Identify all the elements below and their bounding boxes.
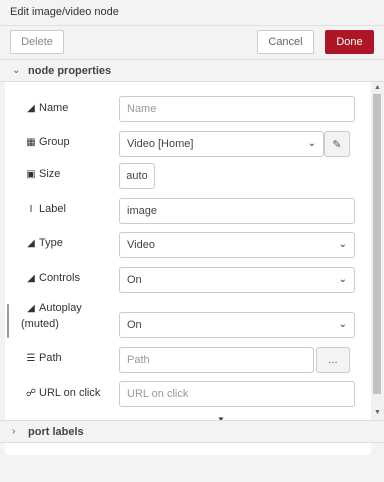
tag-icon: ◢ [27, 302, 35, 314]
tag-icon: ◢ [27, 272, 35, 284]
edit-group-button[interactable]: ✎ [324, 131, 350, 157]
button-bar: Delete Cancel Done [0, 26, 384, 59]
tag-icon: ◢ [27, 102, 35, 114]
delete-button[interactable]: Delete [10, 30, 64, 54]
properties-form: ◢ Name Name ▦ Group Video [Home] ⌄ ✎ ▣ S… [5, 82, 371, 420]
name-input[interactable]: Name [119, 96, 355, 122]
autoplay-label-line2: (muted) [21, 318, 59, 330]
text-cursor-icon: I [29, 203, 33, 215]
chevron-down-icon: ⌄ [338, 274, 347, 285]
dialog-title-text: Edit image/video node [10, 6, 119, 18]
scroll-down-icon[interactable]: ▼ [373, 409, 382, 417]
name-label: ◢ Name [25, 102, 68, 114]
resize-icon: ▣ [26, 168, 36, 180]
group-select[interactable]: Video [Home] ⌄ [119, 131, 324, 157]
pencil-icon: ✎ [332, 138, 342, 151]
table-icon: ▦ [26, 136, 36, 148]
list-icon: ☰ [26, 352, 36, 364]
url-label: ☍ URL on click [25, 387, 101, 399]
scrollbar-thumb[interactable] [373, 94, 381, 394]
type-label: ◢ Type [25, 237, 63, 249]
chevron-down-icon: ⌄ [12, 65, 21, 76]
port-labels-label: port labels [28, 425, 84, 438]
label-label: I Label [25, 203, 66, 215]
bottom-panel [5, 443, 371, 455]
node-properties-label: node properties [28, 64, 112, 77]
type-select[interactable]: Video ⌄ [119, 232, 355, 258]
path-input[interactable]: Path [119, 347, 314, 373]
cancel-button[interactable]: Cancel [257, 30, 314, 54]
controls-label: ◢ Controls [25, 272, 80, 284]
chevron-down-icon: ⌄ [338, 319, 347, 330]
done-button[interactable]: Done [325, 30, 374, 54]
link-icon: ☍ [25, 387, 37, 399]
autoplay-select[interactable]: On ⌄ [119, 312, 355, 338]
scroll-up-icon[interactable]: ▲ [373, 84, 382, 92]
chevron-down-icon: ⌄ [307, 138, 316, 149]
port-labels-header[interactable]: › port labels [0, 420, 384, 443]
url-input[interactable]: URL on click [119, 381, 355, 407]
label-input[interactable]: image [119, 198, 355, 224]
tag-icon: ◢ [27, 237, 35, 249]
browse-button[interactable]: ... [316, 347, 350, 373]
node-properties-header[interactable]: ⌄ node properties [0, 59, 384, 82]
autoplay-label: ◢ Autoplay [25, 302, 82, 314]
chevron-right-icon: › [12, 426, 16, 437]
form-scrollbar[interactable]: ▲ ▼ [371, 82, 384, 420]
resize-handle[interactable] [7, 304, 9, 338]
dialog-title: Edit image/video node [0, 0, 384, 26]
path-label: ☰ Path [26, 352, 62, 364]
group-label: ▦ Group [26, 136, 70, 148]
controls-select[interactable]: On ⌄ [119, 267, 355, 293]
size-label: ▣ Size [26, 168, 61, 180]
chevron-down-icon: ⌄ [338, 239, 347, 250]
size-button[interactable]: auto [119, 163, 155, 189]
